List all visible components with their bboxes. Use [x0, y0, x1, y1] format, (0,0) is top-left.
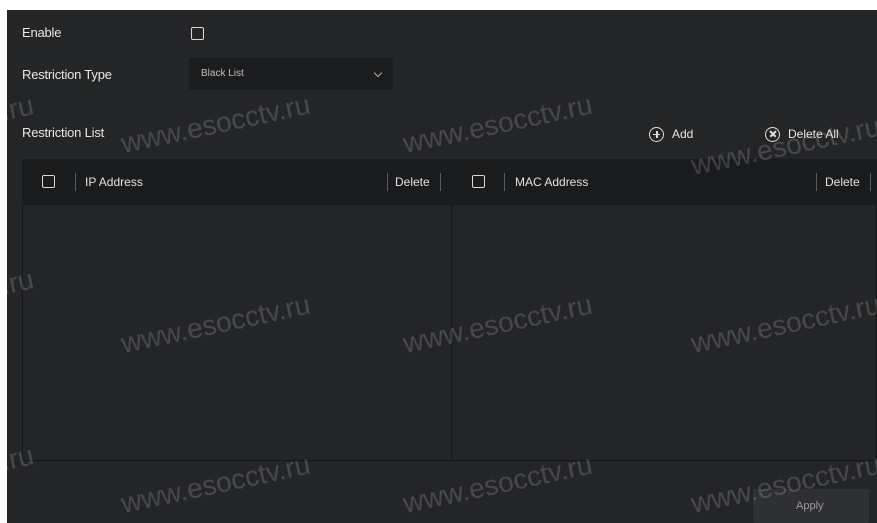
- divider: [504, 173, 505, 191]
- restriction-type-value: Black List: [201, 68, 244, 79]
- delete-all-label: Delete All: [788, 127, 839, 141]
- add-button[interactable]: Add: [649, 125, 693, 143]
- add-label: Add: [672, 127, 694, 141]
- plus-circle-icon: [649, 126, 664, 142]
- apply-label: Apply: [796, 500, 824, 512]
- enable-label: Enable: [22, 25, 62, 40]
- mac-address-list: [451, 205, 877, 461]
- watermark-fragment: v.ru: [0, 89, 37, 130]
- divider: [870, 173, 871, 191]
- divider: [816, 173, 817, 191]
- ip-address-column-header: IP Address: [85, 175, 143, 189]
- divider: [75, 173, 76, 191]
- divider: [387, 173, 388, 191]
- enable-checkbox[interactable]: [191, 27, 204, 40]
- mac-delete-column-header: Delete: [825, 175, 860, 189]
- ip-select-all-checkbox[interactable]: [42, 175, 55, 188]
- restriction-type-select[interactable]: Black List: [189, 58, 393, 90]
- mac-address-column-header: MAC Address: [515, 175, 589, 189]
- watermark: www.esocctv.ru: [400, 88, 596, 160]
- restriction-list-label: Restriction List: [22, 125, 105, 140]
- ip-mac-filter-panel: Enable Restriction Type Black List Restr…: [0, 10, 877, 523]
- restriction-type-label: Restriction Type: [22, 67, 112, 82]
- chevron-down-icon: [373, 68, 383, 78]
- divider: [440, 173, 441, 191]
- ip-address-list: [22, 205, 452, 461]
- close-circle-icon: [765, 126, 780, 142]
- restriction-table-header: IP Address Delete MAC Address Delete: [22, 159, 877, 205]
- ip-delete-column-header: Delete: [395, 175, 430, 189]
- mac-select-all-checkbox[interactable]: [472, 175, 485, 188]
- watermark: www.esocctv.ru: [118, 88, 314, 160]
- apply-button[interactable]: Apply: [753, 489, 869, 523]
- delete-all-button[interactable]: Delete All: [765, 125, 839, 143]
